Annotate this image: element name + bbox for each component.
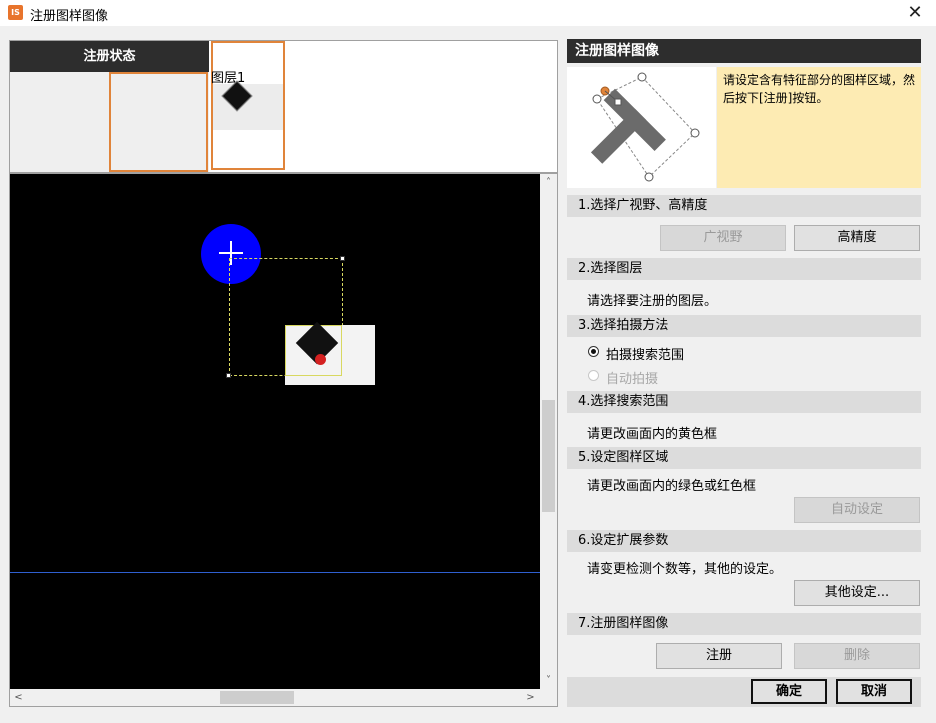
register-button[interactable]: 注册 [656,643,782,669]
radio-search-range-label[interactable]: 拍摄搜索范围 [606,344,684,363]
instruction-note: 请设定含有特征部分的图样区域，然后按下[注册]按钮。 [717,67,921,188]
high-precision-button[interactable]: 高精度 [794,225,920,251]
search-range-handle-tr[interactable] [340,256,345,261]
cancel-button[interactable]: 取消 [836,679,912,704]
scroll-right-icon[interactable]: > [522,689,539,706]
scroll-down-icon[interactable]: ˅ [540,672,557,689]
pattern-illustration [567,67,716,188]
section-5-desc: 请更改画面内的绿色或红色框 [587,479,757,494]
auto-set-button[interactable]: 自动设定 [794,497,920,523]
status-header: 注册状态 [10,41,209,72]
radio-auto-capture-label[interactable]: 自动拍摄 [606,368,658,387]
scroll-corner [540,689,557,706]
app-icon: IS [8,5,23,20]
radio-search-range[interactable] [588,346,599,357]
pattern-origin-dot[interactable] [315,354,326,365]
section-6-desc: 请变更检测个数等，其他的设定。 [587,562,783,577]
section-4-desc: 请更改画面内的黄色框 [587,427,718,442]
search-range-handle-bl[interactable] [226,373,231,378]
section-3-header: 3.选择拍摄方法 [567,315,921,337]
title-bar [0,0,936,26]
window-title: 注册图样图像 [30,9,109,24]
section-2-desc: 请选择要注册的图层。 [587,294,718,309]
guide-line [10,572,540,573]
vertical-scroll-thumb[interactable] [542,400,555,512]
radio-auto-capture[interactable] [588,370,599,381]
scroll-up-icon[interactable]: ˄ [540,174,557,191]
panel-title: 注册图样图像 [567,39,921,63]
other-settings-button[interactable]: 其他设定... [794,580,920,606]
horizontal-scroll-thumb[interactable] [220,691,294,704]
image-viewer[interactable] [9,173,558,707]
section-7-header: 7.注册图样图像 [567,613,921,635]
section-2-header: 2.选择图层 [567,258,921,280]
scroll-left-icon[interactable]: < [10,689,27,706]
delete-button[interactable]: 删除 [794,643,920,669]
pattern-illustration-icon [590,72,700,182]
section-5-header: 5.设定图样区域 [567,447,921,469]
wide-view-button[interactable]: 广视野 [660,225,786,251]
close-icon[interactable]: ✕ [900,2,930,24]
ok-button[interactable]: 确定 [751,679,827,704]
status-selection-frame[interactable] [109,72,208,172]
section-4-header: 4.选择搜索范围 [567,391,921,413]
section-6-header: 6.设定扩展参数 [567,530,921,552]
section-1-header: 1.选择广视野、高精度 [567,195,921,217]
